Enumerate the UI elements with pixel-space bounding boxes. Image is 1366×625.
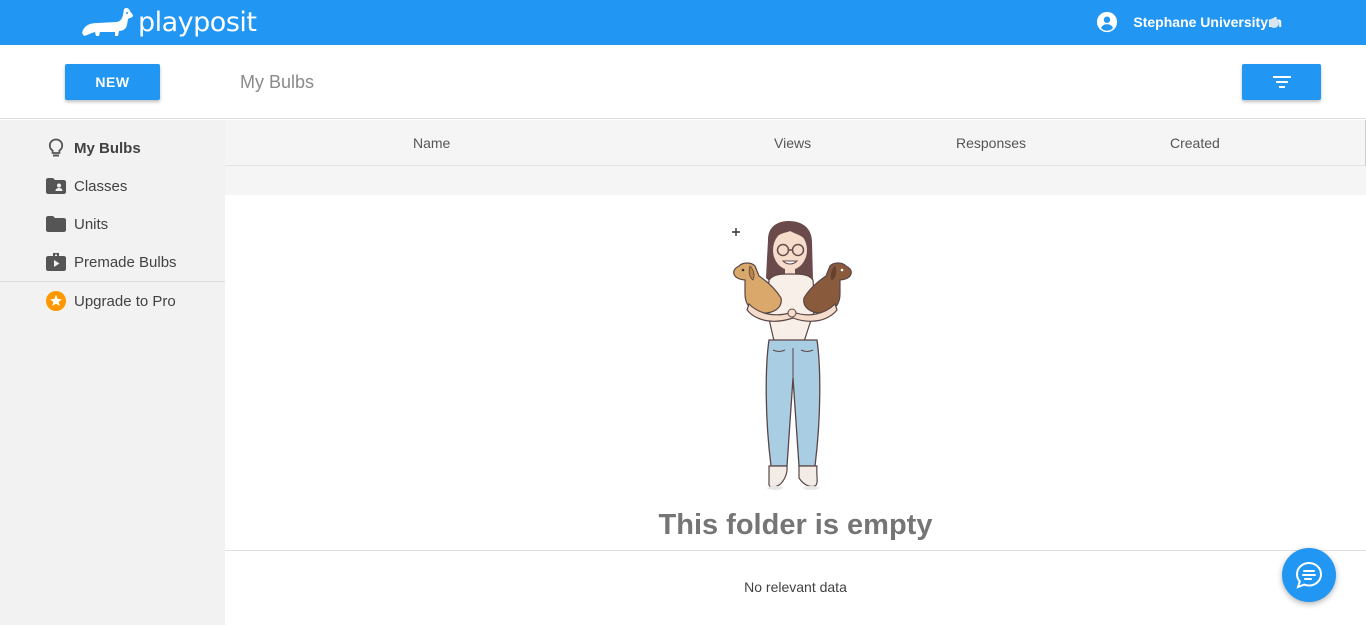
lightbulb-icon [46,138,66,158]
briefcase-play-icon [46,252,66,272]
sidebar-item-classes[interactable]: Classes [0,167,225,205]
page-title: My Bulbs [240,72,315,92]
empty-folder-illustration [732,221,852,490]
sidebar-item-label: Units [74,215,109,233]
dachshund-logo-icon [82,7,133,36]
user-menu[interactable]: Stephane Universityrh [1096,11,1282,33]
new-button[interactable]: NEW [65,64,160,100]
user-name: Stephane Universityrh [1133,14,1282,30]
online-status-dot [1269,18,1279,28]
column-header-name[interactable]: Name [413,135,450,151]
sidebar-item-label: My Bulbs [74,139,141,157]
column-header-views[interactable]: Views [774,135,811,151]
column-header-responses[interactable]: Responses [956,135,1026,151]
table-divider [225,550,1366,551]
sidebar-item-my-bulbs[interactable]: My Bulbs [0,129,225,167]
column-header-created[interactable]: Created [1170,135,1220,151]
star-badge-icon [46,291,66,311]
sidebar-item-label: Upgrade to Pro [74,292,176,310]
chat-support-button[interactable] [1282,548,1336,602]
filter-button[interactable] [1242,64,1321,100]
folder-icon [46,214,66,234]
sidebar-item-label: Premade Bulbs [74,253,177,271]
no-data-message: No relevant data [744,579,847,595]
sidebar-item-upgrade-to-pro[interactable]: Upgrade to Pro [0,282,225,320]
shared-folder-icon [46,176,66,196]
brand-name: playposit [138,6,257,38]
playposit-logo[interactable]: playposit [78,3,257,41]
account-circle-icon [1097,11,1118,33]
sidebar-item-premade-bulbs[interactable]: Premade Bulbs [0,243,225,281]
empty-folder-title: This folder is empty [658,509,933,541]
top-app-bar: playposit Stephane Universityrh [0,0,1366,45]
sidebar: My Bulbs Classes Units Premade Bulbs Upg… [0,120,225,625]
toolbar: NEW My Bulbs [0,45,1366,119]
chat-bubble-icon [1295,561,1323,589]
filter-list-icon [1272,76,1291,88]
sidebar-item-units[interactable]: Units [0,205,225,243]
table-subheader-band [225,166,1366,195]
sidebar-item-label: Classes [74,177,128,195]
table-header: Name Views Responses Created [225,120,1366,166]
